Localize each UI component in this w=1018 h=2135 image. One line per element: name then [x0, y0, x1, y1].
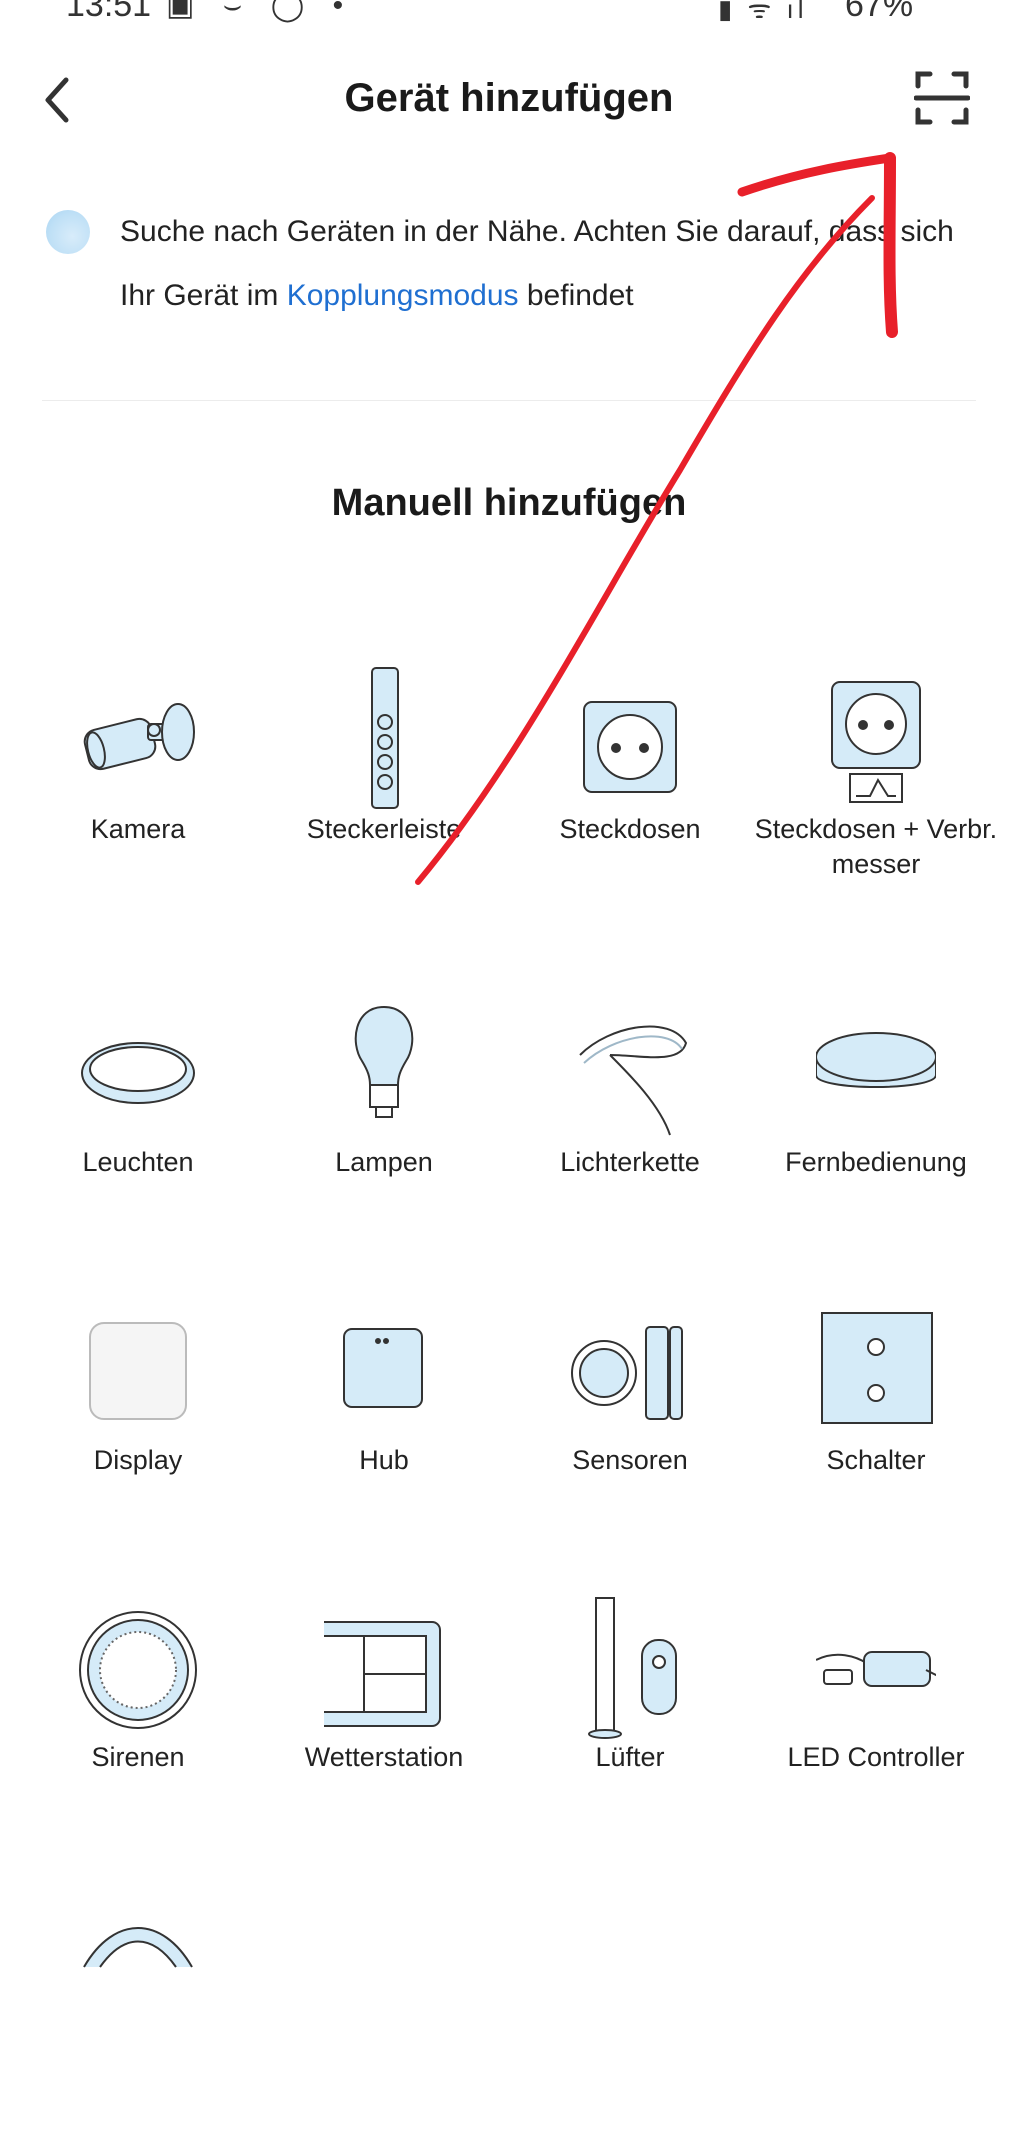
scan-icon — [913, 71, 971, 125]
led-controller-icon — [816, 1651, 936, 1687]
device-label: Kamera — [90, 814, 186, 844]
device-label: LED Controller — [787, 1742, 965, 1772]
device-tile-leuchten[interactable]: Leuchten — [15, 995, 261, 1225]
pairing-mode-link[interactable]: Kopplungsmodus — [287, 279, 519, 312]
light-bulb-icon — [354, 1005, 414, 1118]
divider — [42, 400, 976, 401]
search-hint-text: Suche nach Geräten in der Nähe. Achten S… — [120, 200, 980, 328]
socket-icon — [583, 701, 677, 793]
device-label: Steckdosen — [559, 814, 701, 844]
device-label: Wetterstation — [304, 1742, 464, 1772]
device-tile-led-controller[interactable]: LED Controller — [753, 1590, 999, 1820]
search-hint-suffix: befindet — [518, 279, 634, 312]
device-label: Lampen — [335, 1147, 433, 1177]
display-icon — [89, 1322, 187, 1420]
wifi-device-icon — [83, 1927, 193, 1968]
device-tile-steckdosen[interactable]: Steckdosen — [507, 662, 753, 892]
device-tile-lampen[interactable]: Lampen — [261, 995, 507, 1225]
device-label: Lüfter — [595, 1742, 665, 1772]
tower-fan-icon — [588, 1597, 677, 1739]
signal-icons: ▮ ᯤ ıl — [718, 0, 808, 24]
device-tile-display[interactable]: Display — [15, 1293, 261, 1523]
device-label: Steckerleiste — [306, 814, 462, 844]
page-title: Gerät hinzufügen — [344, 76, 674, 120]
remote-hub-icon — [816, 1032, 936, 1088]
device-tile-kamera[interactable]: Kamera — [15, 662, 261, 892]
notification-icons: ▣ ⌣ ◯ • — [166, 0, 354, 22]
light-strip-icon — [579, 1025, 688, 1136]
app-header: Gerät hinzufügen — [0, 60, 1018, 140]
sensor-icon — [571, 1326, 683, 1420]
battery-level: 67% — [845, 0, 914, 24]
scan-qr-button[interactable] — [913, 70, 971, 126]
power-strip-icon — [371, 667, 399, 809]
switch-icon — [821, 1312, 933, 1424]
device-tile-lichterkette[interactable]: Lichterkette — [507, 995, 753, 1225]
camera-icon — [83, 703, 195, 771]
energy-meter-socket-icon — [831, 681, 921, 803]
weather-station-icon — [324, 1621, 441, 1727]
device-tile-fernbedienung[interactable]: Fernbedienung — [753, 995, 999, 1225]
device-tile-hub[interactable]: Hub — [261, 1293, 507, 1523]
device-label: Sirenen — [91, 1742, 185, 1772]
device-label: Leuchten — [82, 1147, 194, 1177]
device-tile-sirenen[interactable]: Sirenen — [15, 1590, 261, 1820]
status-time: 13:51 — [66, 0, 152, 24]
manual-add-title: Manuell hinzufügen — [331, 482, 687, 524]
device-label: Schalter — [826, 1445, 926, 1475]
device-tile-schalter[interactable]: Schalter — [753, 1293, 999, 1523]
device-tile-wetterstation[interactable]: Wetterstation — [261, 1590, 507, 1820]
device-label: Display — [93, 1445, 183, 1475]
device-tile-steckdosen-verbrauchsmesser[interactable]: Steckdosen + Verbr. messer — [753, 662, 999, 892]
device-tile-steckerleiste[interactable]: Steckerleiste — [261, 662, 507, 892]
device-label: Sensoren — [572, 1445, 688, 1475]
device-label: Steckdosen + Verbr. messer — [754, 814, 998, 879]
ceiling-light-icon — [81, 1042, 195, 1104]
status-bar: 13:51 ▣ ⌣ ◯ • ▮ ᯤ ıl 67% — [0, 0, 1018, 30]
device-tile-sensoren[interactable]: Sensoren — [507, 1293, 753, 1523]
siren-icon — [79, 1611, 197, 1729]
device-tile-luefter[interactable]: Lüfter — [507, 1590, 753, 1820]
device-label: Fernbedienung — [785, 1147, 967, 1177]
device-label: Hub — [359, 1445, 409, 1475]
device-tile-partial[interactable] — [15, 1905, 261, 2135]
loading-spinner-icon — [46, 210, 90, 254]
hub-icon — [343, 1328, 423, 1408]
device-label: Lichterkette — [560, 1147, 700, 1177]
